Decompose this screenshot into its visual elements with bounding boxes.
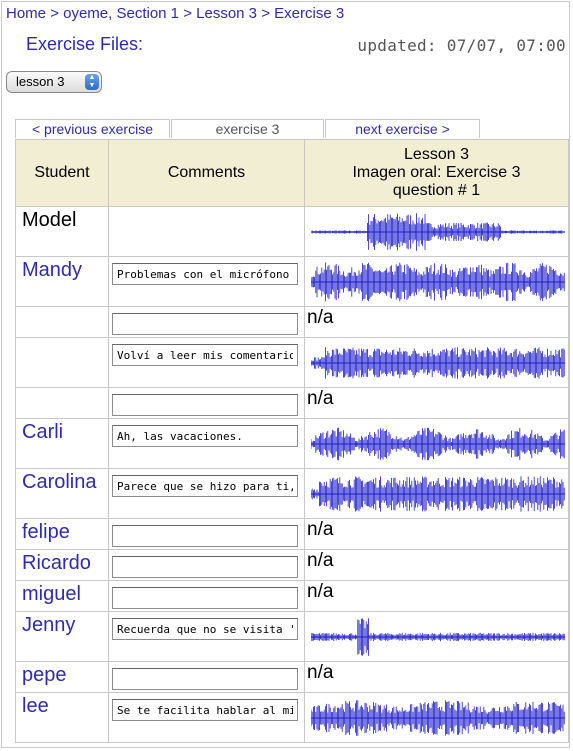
comment-cell	[108, 256, 305, 307]
student-name[interactable]: Jenny	[15, 611, 109, 662]
comment-input[interactable]	[112, 263, 298, 285]
submissions-table: Student Comments Lesson 3 Imagen oral: E…	[15, 139, 569, 743]
audio-waveform[interactable]	[311, 341, 565, 385]
recording-cell	[304, 468, 569, 519]
breadcrumb-home[interactable]: Home	[6, 5, 46, 22]
recording-cell	[304, 418, 569, 469]
student-name	[15, 337, 109, 388]
comment-input[interactable]	[112, 556, 298, 578]
updated-timestamp: updated: 07/07, 07:00	[357, 36, 566, 55]
comment-cell	[108, 692, 305, 743]
breadcrumb: Home > oyeme, Section 1 > Lesson 3 > Exe…	[6, 5, 344, 22]
comment-cell	[108, 518, 305, 550]
audio-waveform[interactable]	[311, 615, 565, 659]
no-recording-label: n/a	[304, 387, 569, 419]
comment-input[interactable]	[112, 618, 298, 640]
audio-waveform[interactable]	[311, 260, 565, 304]
audio-waveform[interactable]	[311, 422, 565, 466]
page-title: Exercise Files:	[26, 34, 144, 54]
comment-cell	[108, 611, 305, 662]
header-recording-line3: question # 1	[392, 182, 481, 199]
recording-cell	[304, 692, 569, 743]
student-name[interactable]: Carli	[15, 418, 109, 469]
recording-cell	[304, 206, 569, 257]
comment-cell	[108, 337, 305, 388]
comment-cell	[108, 306, 305, 338]
current-exercise-label: exercise 3	[171, 119, 324, 138]
previous-exercise-link[interactable]: < previous exercise	[15, 119, 170, 138]
comment-cell	[108, 549, 305, 581]
student-name[interactable]: pepe	[15, 661, 109, 693]
next-exercise-link[interactable]: next exercise >	[325, 119, 480, 138]
comment-cell	[108, 206, 305, 257]
student-name[interactable]: Mandy	[15, 256, 109, 307]
comment-cell	[108, 661, 305, 693]
comment-input[interactable]	[112, 668, 298, 690]
table-row: lee	[15, 692, 569, 743]
no-recording-label: n/a	[304, 549, 569, 581]
breadcrumb-separator: >	[50, 5, 59, 22]
breadcrumb-separator: >	[183, 5, 192, 22]
table-row: felipe n/a	[15, 518, 569, 550]
comment-cell	[108, 468, 305, 519]
table-row: Carolina	[15, 468, 569, 519]
comment-cell	[108, 387, 305, 419]
table-row: miguel n/a	[15, 580, 569, 612]
table-row: Carli	[15, 418, 569, 469]
recording-cell	[304, 256, 569, 307]
comment-input[interactable]	[112, 699, 298, 721]
student-name[interactable]: Carolina	[15, 468, 109, 519]
breadcrumb-exercise[interactable]: Exercise 3	[274, 5, 344, 22]
table-row	[15, 337, 569, 388]
no-recording-label: n/a	[304, 661, 569, 693]
audio-waveform[interactable]	[311, 696, 565, 740]
header-student: Student	[15, 139, 109, 207]
select-arrows-icon: ▲ ▼	[85, 74, 99, 90]
header-recording-line1: Lesson 3	[404, 146, 469, 163]
student-name[interactable]: miguel	[15, 580, 109, 612]
table-row: Jenny	[15, 611, 569, 662]
table-row: pepe n/a	[15, 661, 569, 693]
comment-input[interactable]	[112, 587, 298, 609]
table-row: Model	[15, 206, 569, 257]
breadcrumb-separator: >	[261, 5, 270, 22]
header-recording-line2: Imagen oral: Exercise 3	[352, 164, 521, 181]
no-recording-label: n/a	[304, 580, 569, 612]
header-comments: Comments	[108, 139, 305, 207]
student-name[interactable]: lee	[15, 692, 109, 743]
audio-waveform[interactable]	[311, 210, 565, 254]
comment-cell	[108, 580, 305, 612]
table-row: Mandy	[15, 256, 569, 307]
table-row: n/a	[15, 306, 569, 338]
student-name[interactable]: Ricardo	[15, 549, 109, 581]
table-row: n/a	[15, 387, 569, 419]
recording-cell	[304, 337, 569, 388]
header-recording: Lesson 3 Imagen oral: Exercise 3 questio…	[304, 139, 569, 207]
lesson-select-value: lesson 3	[16, 74, 65, 89]
student-name: Model	[15, 206, 109, 257]
breadcrumb-lesson[interactable]: Lesson 3	[196, 5, 257, 22]
comment-input[interactable]	[112, 425, 298, 447]
student-name[interactable]: felipe	[15, 518, 109, 550]
comment-input[interactable]	[112, 475, 298, 497]
audio-waveform[interactable]	[311, 472, 565, 516]
student-name	[15, 306, 109, 338]
comment-input[interactable]	[112, 394, 298, 416]
comment-input[interactable]	[112, 525, 298, 547]
no-recording-label: n/a	[304, 518, 569, 550]
comment-input[interactable]	[112, 344, 298, 366]
recording-cell	[304, 611, 569, 662]
table-row: Ricardo n/a	[15, 549, 569, 581]
no-recording-label: n/a	[304, 306, 569, 338]
comment-cell	[108, 418, 305, 469]
student-name	[15, 387, 109, 419]
breadcrumb-section[interactable]: oyeme, Section 1	[63, 5, 179, 22]
comment-input[interactable]	[112, 313, 298, 335]
lesson-select[interactable]: lesson 3 ▲ ▼	[6, 71, 102, 93]
